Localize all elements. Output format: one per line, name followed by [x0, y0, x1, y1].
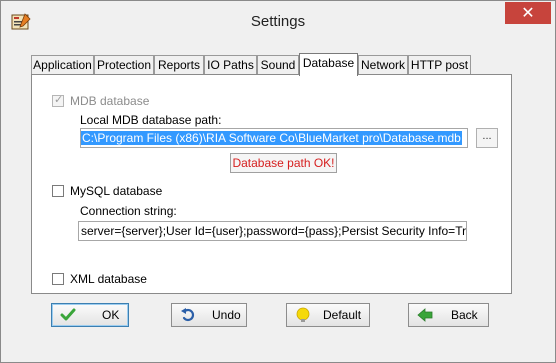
back-arrow-icon [417, 308, 433, 322]
database-panel: ✓ MDB database Local MDB database path: … [31, 74, 512, 294]
back-button-label: Back [451, 308, 478, 322]
lightbulb-icon [296, 307, 310, 322]
undo-icon [181, 308, 195, 322]
checkmark-icon [60, 308, 76, 321]
title-bar[interactable]: Settings ✕ [1, 1, 555, 41]
browse-button[interactable]: ... [476, 128, 498, 148]
connection-string-input[interactable]: server={server};User Id={user};password=… [78, 221, 467, 241]
back-button[interactable]: Back [408, 303, 489, 327]
mdb-path-label: Local MDB database path: [80, 113, 222, 127]
tab-database[interactable]: Database [299, 53, 358, 76]
mysql-checkbox-label: MySQL database [70, 184, 163, 198]
check-icon: ✓ [54, 93, 64, 106]
mysql-checkbox[interactable] [52, 185, 64, 197]
settings-window: Settings ✕ Application Protection Report… [0, 0, 556, 363]
connection-string-value: server={server};User Id={user};password=… [81, 224, 467, 238]
tab-io-paths[interactable]: IO Paths [204, 55, 257, 74]
ellipsis-icon: ... [482, 130, 492, 142]
tab-reports[interactable]: Reports [154, 55, 204, 74]
ok-button[interactable]: OK [51, 303, 129, 327]
window-title: Settings [250, 13, 306, 30]
tab-network[interactable]: Network [358, 55, 408, 74]
tab-http-post[interactable]: HTTP post [408, 55, 471, 74]
xml-checkbox[interactable] [52, 273, 64, 285]
mdb-path-value: C:\Program Files (x86)\RIA Software Co\B… [81, 131, 462, 145]
connection-string-label: Connection string: [80, 204, 177, 218]
default-button[interactable]: Default [286, 303, 370, 327]
close-button[interactable]: ✕ [505, 2, 551, 24]
tab-application[interactable]: Application [31, 55, 94, 74]
mdb-path-input[interactable]: C:\Program Files (x86)\RIA Software Co\B… [80, 128, 468, 148]
tab-sound[interactable]: Sound [257, 55, 299, 74]
mdb-checkbox-label: MDB database [70, 94, 150, 108]
database-status-message: Database path OK! [230, 153, 337, 173]
mdb-checkbox[interactable]: ✓ [52, 93, 64, 107]
undo-button-label: Undo [212, 308, 241, 322]
ok-button-label: OK [102, 308, 120, 322]
xml-checkbox-label: XML database [70, 272, 147, 286]
default-button-label: Default [323, 308, 362, 322]
tab-protection[interactable]: Protection [94, 55, 154, 74]
undo-button[interactable]: Undo [171, 303, 247, 327]
close-icon: ✕ [521, 3, 535, 22]
